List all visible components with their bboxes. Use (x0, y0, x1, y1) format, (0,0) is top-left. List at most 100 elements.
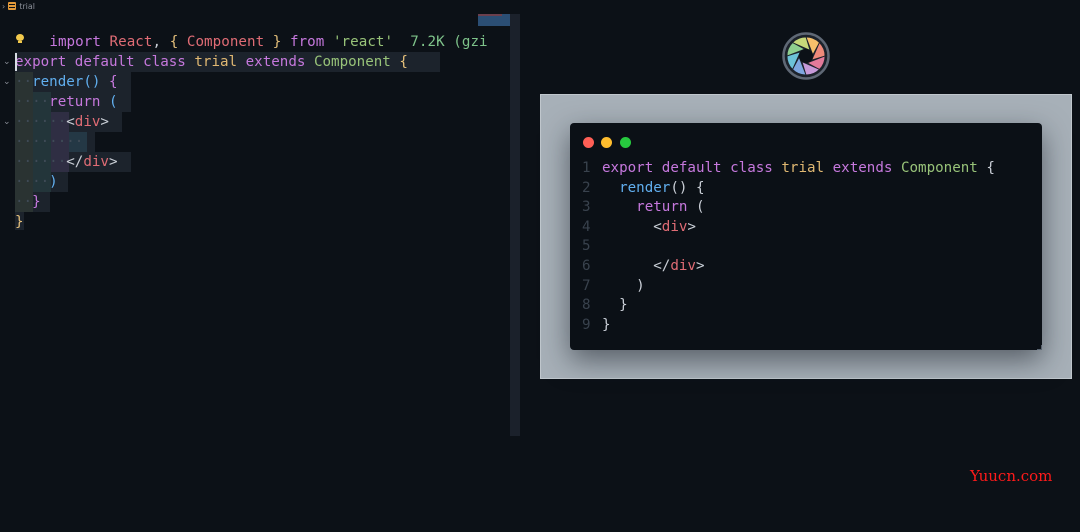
code-token: trial (194, 54, 246, 70)
code-token: render (619, 179, 671, 196)
fold-chevron-icon[interactable]: ⌄ (3, 78, 11, 87)
code-block[interactable]: export default class trial extends Compo… (15, 52, 408, 232)
code-token: ( (108, 94, 118, 110)
maximize-dot-icon (620, 137, 631, 148)
snapshot-code-line: 9} (582, 316, 995, 336)
whitespace-dots: ·· (15, 74, 33, 90)
code-snapshot-window: 1 export default class trial extends Comp… (570, 123, 1042, 350)
code-token: return (49, 94, 109, 110)
code-token: { (986, 160, 995, 176)
code-token: div (670, 257, 696, 274)
code-token: render (32, 74, 84, 90)
close-dot-icon (583, 137, 594, 148)
whitespace-dots: ······ (15, 154, 67, 170)
line-number: 1 (582, 160, 591, 176)
code-token: < (602, 218, 662, 235)
code-token: </ (602, 257, 671, 274)
code-line[interactable]: ······</div> (15, 152, 408, 172)
code-token: > (695, 257, 705, 274)
snapshot-code-line: 7 ) (582, 277, 995, 297)
code-token: </ (66, 154, 84, 170)
code-token: export default class (602, 160, 782, 176)
import-cost-hint: 7.2K (gzi (410, 34, 488, 50)
whitespace-dots: ········ (15, 134, 84, 150)
line-number: 9 (582, 316, 591, 333)
line-number: 3 (582, 199, 591, 216)
breadcrumb-file-name[interactable]: trial (19, 2, 35, 11)
import-line[interactable]: import React, { Component } from 'react'… (15, 12, 488, 50)
code-token: Component (313, 54, 400, 70)
line-number: 6 (582, 257, 591, 274)
line-number: 2 (582, 179, 591, 196)
code-token: ( (695, 199, 705, 216)
code-line[interactable]: export default class trial extends Compo… (15, 52, 408, 72)
whitespace-dots: ·· (15, 194, 33, 210)
fold-chevron-icon[interactable]: ⌄ (3, 58, 11, 67)
watermark: Yuucn.com (970, 467, 1053, 485)
snapshot-code: 1 export default class trial extends Comp… (582, 159, 995, 335)
snapshot-code-line: 1 export default class trial extends Comp… (582, 159, 995, 179)
code-token: div (74, 114, 101, 130)
code-token: Component (900, 160, 987, 176)
whitespace-dots: ······ (15, 114, 67, 130)
code-token: () (83, 74, 109, 90)
line-number: 7 (582, 277, 591, 294)
snapshot-code-line: 8 } (582, 296, 995, 316)
code-line[interactable]: ········ (15, 132, 408, 152)
code-token: > (100, 114, 109, 130)
code-token: extends (245, 54, 314, 70)
from-keyword: from (289, 34, 325, 50)
code-line[interactable]: ····) (15, 172, 408, 192)
lightbulb-icon[interactable] (16, 34, 24, 44)
import-keyword: import (49, 34, 101, 50)
code-line[interactable]: ····return ( (15, 92, 408, 112)
snapshot-code-line: 3 return ( (582, 198, 995, 218)
chevron-right-icon: › (2, 1, 6, 11)
code-token: ) (602, 277, 645, 294)
code-token: { (399, 54, 408, 70)
snapshot-code-line: 6 </div> (582, 257, 995, 277)
code-token: div (83, 154, 109, 170)
breadcrumb[interactable]: › trial (0, 0, 35, 12)
component-identifier: Component (186, 34, 265, 50)
code-token: export default class (15, 54, 195, 70)
minimize-dot-icon (601, 137, 612, 148)
code-token: extends (832, 160, 901, 176)
code-token: div (661, 218, 688, 235)
code-token: () { (670, 179, 705, 196)
resize-handle-icon[interactable] (1037, 345, 1042, 350)
vertical-scrollbar[interactable] (510, 14, 520, 436)
fold-chevron-icon[interactable]: ⌄ (3, 118, 11, 127)
whitespace-dots: ···· (15, 94, 50, 110)
react-identifier: React (109, 34, 153, 50)
minimap-viewport[interactable] (478, 14, 510, 26)
code-line[interactable]: ······<div> (15, 112, 408, 132)
code-line[interactable]: ··} (15, 192, 408, 212)
code-token: return (636, 199, 696, 216)
aperture-logo-icon[interactable] (782, 32, 830, 80)
line-number: 4 (582, 218, 591, 235)
snapshot-code-line: 4 <div> (582, 218, 995, 238)
code-line[interactable]: ··render() { (15, 72, 408, 92)
code-line[interactable]: } (15, 212, 408, 232)
text-cursor (15, 53, 17, 71)
snapshot-code-line: 5 (582, 237, 995, 257)
code-token: trial (781, 160, 833, 176)
code-token: > (687, 218, 696, 235)
module-string: 'react' (332, 34, 394, 50)
line-number: 5 (582, 238, 591, 255)
code-token: > (108, 154, 118, 170)
code-token: { (108, 74, 118, 90)
code-token: } (32, 194, 41, 210)
file-icon (8, 2, 17, 10)
code-token: } (15, 214, 24, 230)
comma: , (152, 34, 162, 50)
code-token: < (66, 114, 75, 130)
code-token: ) (49, 174, 58, 190)
whitespace-dots: ···· (15, 174, 50, 190)
code-editor[interactable]: › trial import React, { Component } from… (0, 0, 520, 440)
brace-open: { (169, 34, 179, 50)
code-token: } (602, 297, 628, 314)
